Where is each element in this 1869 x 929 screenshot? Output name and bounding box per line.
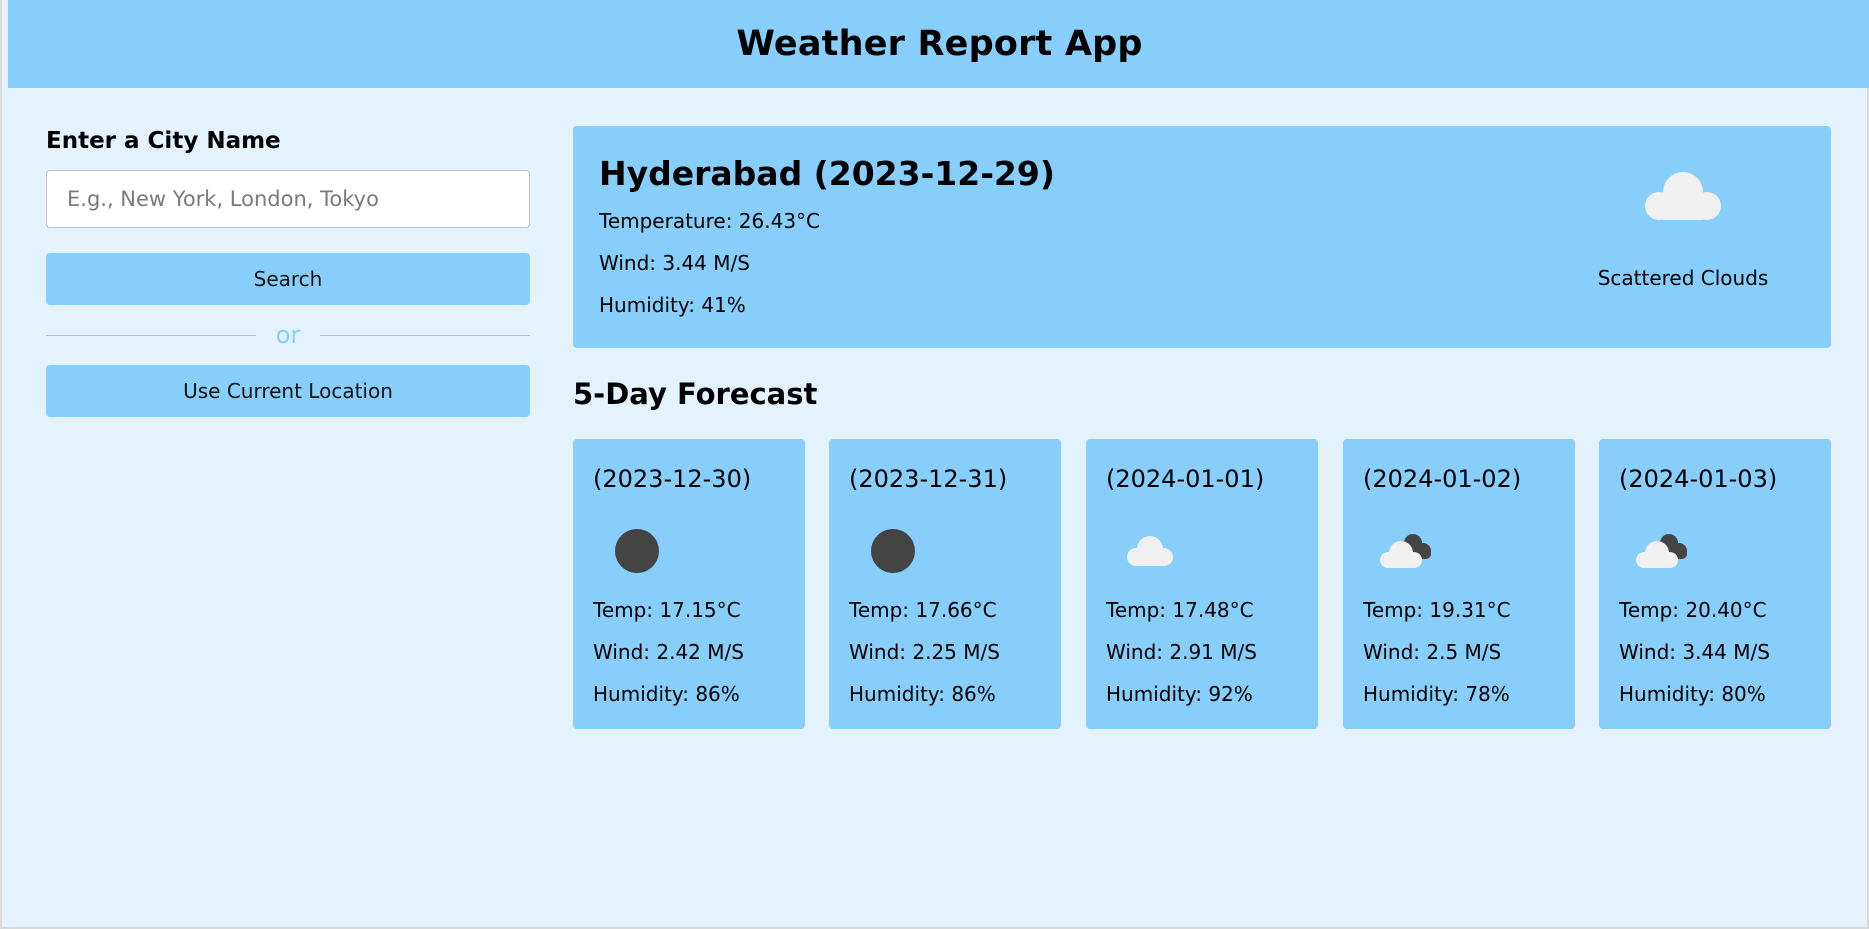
current-weather-description: Scattered Clouds xyxy=(1597,266,1769,290)
search-panel: Enter a City Name Search or Use Current … xyxy=(46,126,530,417)
forecast-card: (2023-12-30) Temp: 17.15°C Wind: 2.42 M/… xyxy=(573,439,805,729)
forecast-date: (2024-01-01) xyxy=(1106,465,1265,493)
use-current-location-button[interactable]: Use Current Location xyxy=(46,365,530,417)
forecast-wind: Wind: 2.5 M/S xyxy=(1363,640,1502,664)
search-button[interactable]: Search xyxy=(46,253,530,305)
forecast-wind: Wind: 2.91 M/S xyxy=(1106,640,1257,664)
forecast-wind: Wind: 2.25 M/S xyxy=(849,640,1000,664)
forecast-date: (2024-01-03) xyxy=(1619,465,1778,493)
forecast-humidity: Humidity: 80% xyxy=(1619,682,1766,706)
moon-icon xyxy=(615,529,659,573)
app-frame: Weather Report App Enter a City Name Sea… xyxy=(0,0,1869,929)
forecast-card: (2024-01-03) Temp: 20.40°C Wind: 3.44 M/… xyxy=(1599,439,1831,729)
moon-icon xyxy=(871,529,915,573)
city-input[interactable] xyxy=(46,170,530,228)
forecast-date: (2024-01-02) xyxy=(1363,465,1522,493)
forecast-icon-box xyxy=(1106,509,1298,589)
app-title: Weather Report App xyxy=(736,24,1143,64)
forecast-card: (2023-12-31) Temp: 17.66°C Wind: 2.25 M/… xyxy=(829,439,1061,729)
forecast-temp: Temp: 20.40°C xyxy=(1619,598,1767,622)
current-wind: Wind: 3.44 M/S xyxy=(599,251,750,275)
forecast-humidity: Humidity: 86% xyxy=(593,682,740,706)
current-city-heading: Hyderabad (2023-12-29) xyxy=(599,154,1055,193)
divider-line-left xyxy=(46,335,256,336)
current-weather-details: Hyderabad (2023-12-29) Temperature: 26.4… xyxy=(599,152,1055,320)
divider-line-right xyxy=(320,335,530,336)
forecast-card: (2024-01-01) Temp: 17.48°C Wind: 2.91 M/… xyxy=(1086,439,1318,729)
forecast-date: (2023-12-30) xyxy=(593,465,752,493)
forecast-cards: (2023-12-30) Temp: 17.15°C Wind: 2.42 M/… xyxy=(573,439,1831,729)
forecast-humidity: Humidity: 92% xyxy=(1106,682,1253,706)
forecast-humidity: Humidity: 86% xyxy=(849,682,996,706)
forecast-temp: Temp: 17.66°C xyxy=(849,598,997,622)
app-header: Weather Report App xyxy=(8,0,1869,88)
forecast-temp: Temp: 17.48°C xyxy=(1106,598,1254,622)
or-divider: or xyxy=(46,305,530,365)
forecast-icon-box xyxy=(1619,509,1811,589)
forecast-temp: Temp: 17.15°C xyxy=(593,598,741,622)
forecast-temp: Temp: 19.31°C xyxy=(1363,598,1511,622)
current-weather-card: Hyderabad (2023-12-29) Temperature: 26.4… xyxy=(573,126,1831,348)
city-input-label: Enter a City Name xyxy=(46,128,281,154)
forecast-icon-box xyxy=(1363,509,1555,589)
forecast-icon-box xyxy=(849,509,1041,589)
current-temperature: Temperature: 26.43°C xyxy=(599,209,821,233)
forecast-wind: Wind: 2.42 M/S xyxy=(593,640,744,664)
forecast-card: (2024-01-02) Temp: 19.31°C Wind: 2.5 M/S… xyxy=(1343,439,1575,729)
forecast-date: (2023-12-31) xyxy=(849,465,1008,493)
forecast-humidity: Humidity: 78% xyxy=(1363,682,1510,706)
current-weather-icon-box: Scattered Clouds xyxy=(1573,166,1793,290)
forecast-wind: Wind: 3.44 M/S xyxy=(1619,640,1770,664)
broken-clouds-icon xyxy=(1380,534,1431,568)
forecast-title: 5-Day Forecast xyxy=(573,377,818,411)
or-text: or xyxy=(267,321,309,349)
cloud-icon xyxy=(1127,536,1173,566)
current-humidity: Humidity: 41% xyxy=(599,293,746,317)
broken-clouds-icon xyxy=(1636,534,1687,568)
scattered-clouds-icon xyxy=(1645,172,1721,220)
forecast-icon-box xyxy=(593,509,785,589)
